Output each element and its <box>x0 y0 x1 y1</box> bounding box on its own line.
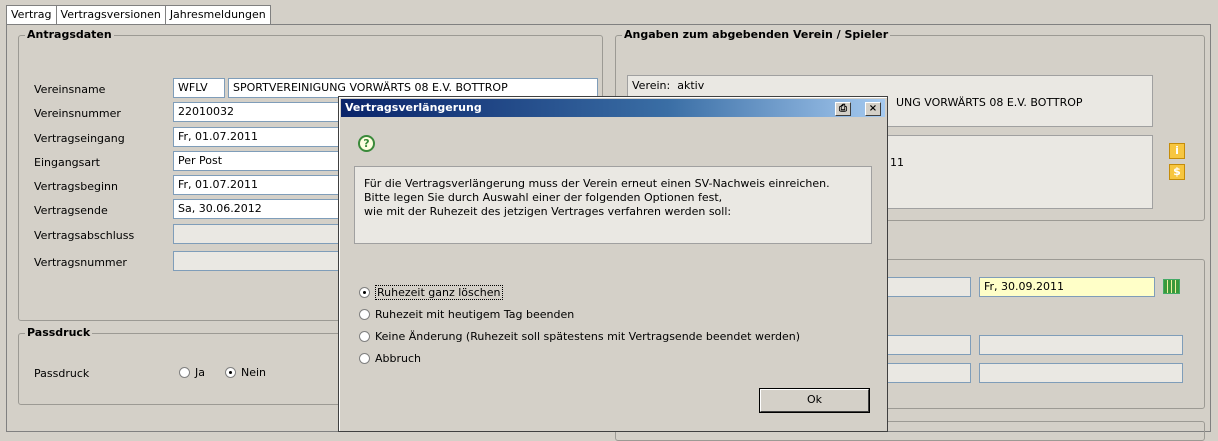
field-ruhezeit-start[interactable] <box>887 277 971 297</box>
message-line-2: Bitte legen Sie durch Auswahl einer der … <box>364 191 723 204</box>
message-line-1: Für die Vertragsverlängerung muss der Ve… <box>364 177 830 190</box>
close-icon[interactable]: × <box>865 102 881 116</box>
label-passdruck: Passdruck <box>34 367 90 380</box>
dialog-titlebar: Vertragsverlängerung ⎙ × <box>341 99 885 117</box>
field-vertragsabschluss[interactable] <box>173 224 343 244</box>
message-line-3: wie mit der Ruhezeit des jetzigen Vertra… <box>364 205 732 218</box>
field-lower-2a[interactable] <box>887 363 971 383</box>
passdruck-nein-option[interactable]: Nein <box>225 366 266 379</box>
label-vertragseingang: Vertragseingang <box>34 132 125 145</box>
label-vereinsnummer: Vereinsnummer <box>34 107 121 120</box>
tab-bar: Vertrag Vertragsversionen Jahresmeldunge… <box>6 5 271 25</box>
calendar-icon[interactable] <box>1163 279 1180 294</box>
print-icon[interactable]: ⎙ <box>835 102 851 116</box>
option-ruhezeit-loeschen[interactable]: Ruhezeit ganz löschen <box>359 285 503 300</box>
radio-nein[interactable] <box>225 367 236 378</box>
dialog-message: Für die Vertragsverlängerung muss der Ve… <box>354 166 872 244</box>
radio-option-4[interactable] <box>359 353 370 364</box>
dollar-icon[interactable]: $ <box>1169 164 1185 180</box>
dialog-title: Vertragsverlängerung <box>345 101 482 114</box>
label-vertragsende: Vertragsende <box>34 204 108 217</box>
info-icon[interactable]: i <box>1169 143 1185 159</box>
label-eingangsart: Eingangsart <box>34 156 100 169</box>
label-vertragsabschluss: Vertragsabschluss <box>34 229 135 242</box>
vertragsverlaengerung-dialog: Vertragsverlängerung ⎙ × ? Für die Vertr… <box>338 96 888 432</box>
tab-jahresmeldungen[interactable]: Jahresmeldungen <box>164 5 271 24</box>
verein-status: aktiv <box>677 79 705 92</box>
field-lower-1a[interactable] <box>887 335 971 355</box>
question-icon: ? <box>358 135 375 152</box>
verein-label: Verein: <box>632 79 671 92</box>
label-vertragsbeginn: Vertragsbeginn <box>34 180 118 193</box>
radio-ja[interactable] <box>179 367 190 378</box>
radio-option-1[interactable] <box>359 287 370 298</box>
field-vertragsnummer[interactable] <box>173 251 343 271</box>
field-lower-1b[interactable] <box>979 335 1183 355</box>
radio-option-2[interactable] <box>359 309 370 320</box>
field-lower-2b[interactable] <box>979 363 1183 383</box>
field-vertragsende[interactable]: Sa, 30.06.2012 <box>173 199 343 219</box>
antragsdaten-title: Antragsdaten <box>25 28 114 41</box>
radio-option-3[interactable] <box>359 331 370 342</box>
field-vereinsname-code[interactable]: WFLV <box>173 78 225 98</box>
passdruck-ja-option[interactable]: Ja <box>179 366 205 379</box>
passdruck-title: Passdruck <box>25 326 93 339</box>
ok-button[interactable]: Ok <box>760 389 869 412</box>
field-vereinsname[interactable]: SPORTVEREINIGUNG VORWÄRTS 08 E.V. BOTTRO… <box>228 78 598 98</box>
tab-vertrag[interactable]: Vertrag <box>6 5 57 25</box>
field-ruhezeit-ende[interactable]: Fr, 30.09.2011 <box>979 277 1155 297</box>
option-ruhezeit-beenden[interactable]: Ruhezeit mit heutigem Tag beenden <box>359 308 574 321</box>
angaben-title: Angaben zum abgebenden Verein / Spieler <box>622 28 891 41</box>
label-vereinsname: Vereinsname <box>34 83 106 96</box>
field-eingangsart[interactable]: Per Post <box>173 151 343 171</box>
field-vertragsbeginn[interactable]: Fr, 01.07.2011 <box>173 175 343 195</box>
tab-vertragsversionen[interactable]: Vertragsversionen <box>55 5 166 24</box>
verein-name-partial: UNG VORWÄRTS 08 E.V. BOTTROP <box>896 96 1083 109</box>
label-vertragsnummer: Vertragsnummer <box>34 256 127 269</box>
option-abbruch[interactable]: Abbruch <box>359 352 421 365</box>
field-vereinsnummer[interactable]: 22010032 <box>173 102 343 122</box>
option-keine-aenderung[interactable]: Keine Änderung (Ruhezeit soll spätestens… <box>359 330 800 343</box>
spieler-date-partial: 11 <box>890 156 904 169</box>
field-vertragseingang[interactable]: Fr, 01.07.2011 <box>173 127 343 147</box>
